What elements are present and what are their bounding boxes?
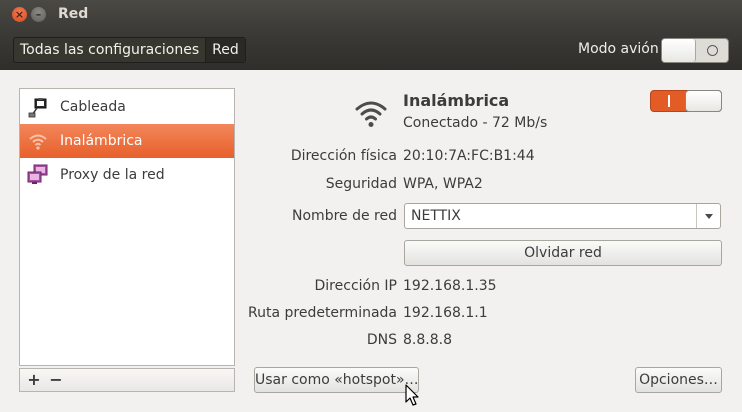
default-route-label: Ruta predeterminada	[248, 305, 397, 321]
connection-list: Cableada Inalámbrica Proxy de la red	[19, 88, 235, 366]
dns-value: 8.8.8.8	[403, 332, 452, 348]
breadcrumb-all-settings[interactable]: Todas las configuraciones	[14, 38, 205, 62]
ip-address-value: 192.168.1.35	[403, 278, 497, 294]
switch-knob	[685, 90, 722, 112]
off-indicator-icon	[707, 45, 718, 56]
connection-status: Conectado - 72 Mb/s	[403, 115, 548, 131]
sidebar-item-label: Inalámbrica	[60, 133, 143, 149]
chevron-down-icon	[705, 214, 713, 219]
mac-address-value: 20:10:7A:FC:B1:44	[403, 148, 535, 164]
window-close-button[interactable]: ×	[12, 7, 27, 22]
network-name-label: Nombre de red	[292, 208, 397, 224]
network-name-combobox[interactable]: NETTIX	[404, 203, 721, 229]
remove-connection-button[interactable]: −	[46, 370, 66, 390]
minimize-icon: –	[35, 8, 42, 21]
connection-list-toolbar: + −	[19, 368, 235, 392]
default-route-value: 192.168.1.1	[403, 305, 488, 321]
window-minimize-button[interactable]: –	[31, 7, 46, 22]
mac-address-label: Dirección física	[290, 148, 397, 164]
breadcrumb-network[interactable]: Red	[205, 38, 245, 62]
toolbar: Todas las configuraciones Red Modo avión	[0, 30, 742, 70]
security-label: Seguridad	[325, 176, 397, 192]
options-button[interactable]: Opciones…	[635, 367, 722, 393]
wireless-power-switch[interactable]	[650, 90, 722, 112]
breadcrumb: Todas las configuraciones Red	[13, 37, 246, 63]
use-as-hotspot-button[interactable]: Usar como «hotspot»…	[254, 367, 419, 393]
on-indicator-icon	[668, 95, 670, 107]
airplane-mode-switch[interactable]	[661, 38, 729, 63]
sidebar-item-label: Cableada	[60, 99, 126, 115]
switch-knob	[662, 39, 696, 62]
wifi-signal-icon	[355, 101, 387, 127]
window-titlebar: × – Red	[0, 0, 742, 30]
mouse-pointer-icon	[405, 384, 419, 406]
dns-label: DNS	[366, 332, 397, 348]
security-value: WPA, WPA2	[403, 176, 483, 192]
airplane-mode-label: Modo avión	[578, 41, 659, 57]
combobox-arrow[interactable]	[696, 204, 720, 228]
ip-address-label: Dirección IP	[314, 278, 397, 294]
connection-title: Inalámbrica	[403, 91, 510, 110]
wired-network-icon	[28, 98, 47, 118]
close-icon: ×	[14, 8, 25, 21]
sidebar-item-wired[interactable]: Cableada	[20, 90, 234, 124]
forget-network-button[interactable]: Olvidar red	[404, 240, 722, 266]
network-name-value: NETTIX	[411, 208, 461, 224]
add-connection-button[interactable]: +	[24, 370, 44, 390]
window-title: Red	[58, 6, 89, 22]
